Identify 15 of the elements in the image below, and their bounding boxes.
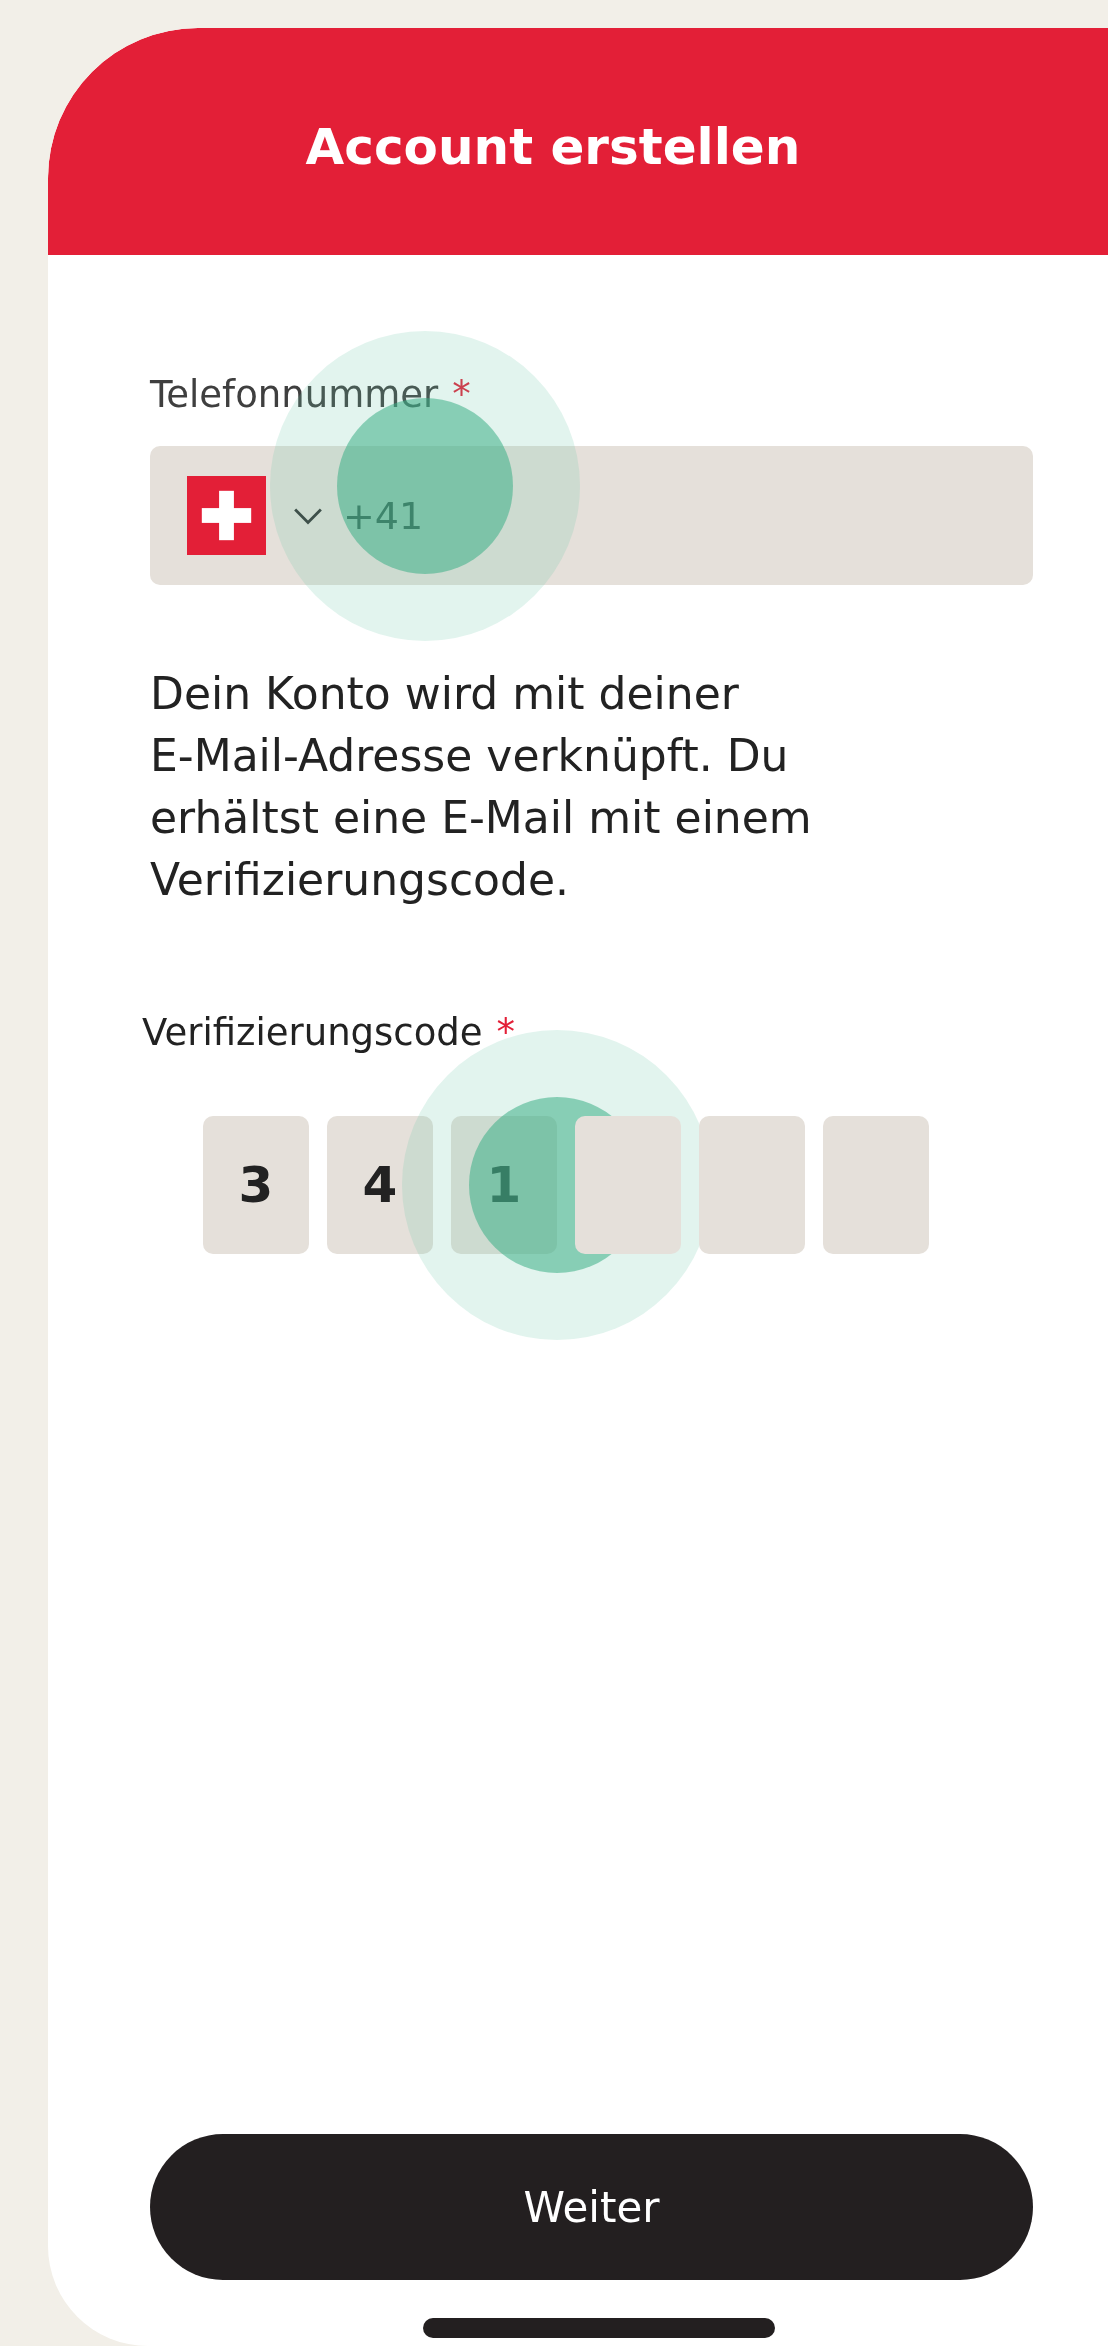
flag-icon[interactable]	[187, 476, 266, 555]
code-digit-field[interactable]: 4	[327, 1116, 433, 1254]
code-digit-field[interactable]	[575, 1116, 681, 1254]
code-digit-field[interactable]: 3	[203, 1116, 309, 1254]
code-digit-field[interactable]	[823, 1116, 929, 1254]
field-label: Telefonnummer	[150, 373, 439, 416]
description-text: Dein Konto wird mit deiner E-Mail-Adresse verknüpft. Du erhältst eine E-Mail mit einem Verifizierungscode.	[150, 667, 813, 907]
required-mark: *	[496, 1011, 516, 1054]
screen-title: Account erstellen	[305, 116, 801, 176]
code-digit-field[interactable]	[699, 1116, 805, 1254]
continue-button[interactable]: Weiter	[150, 2134, 1033, 2280]
dial-code: +41	[343, 493, 424, 538]
required-mark: *	[452, 373, 471, 416]
chevron-down-icon[interactable]	[291, 506, 325, 525]
field-label: Verifizierungscode	[142, 1011, 483, 1054]
